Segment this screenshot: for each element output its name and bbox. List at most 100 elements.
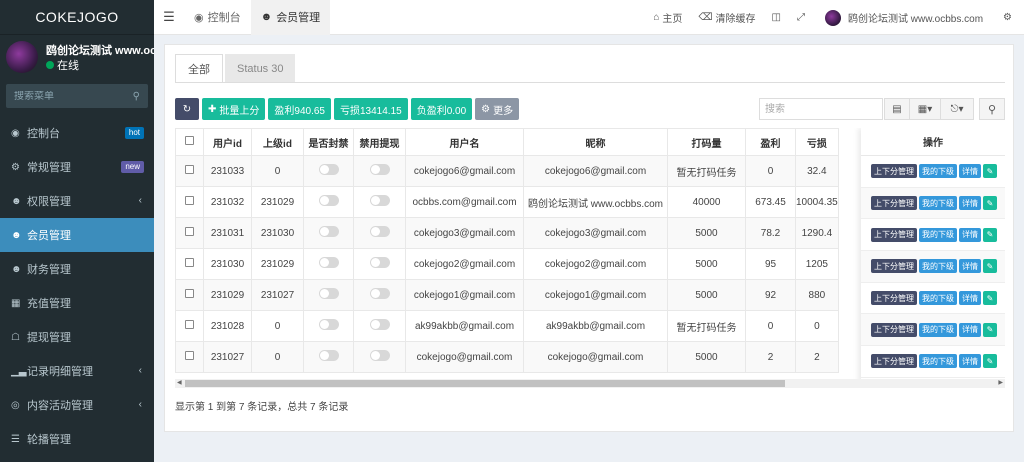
column-header[interactable]: 上级id	[251, 128, 304, 156]
scroll-right-icon[interactable]: ▶	[998, 379, 1003, 388]
home-link[interactable]: ⌂ 主页	[645, 0, 690, 35]
column-header[interactable]: 用户名	[405, 128, 524, 156]
settings-button[interactable]: ⚙	[991, 0, 1024, 35]
row-checkbox[interactable]	[185, 351, 194, 360]
withdraw-toggle[interactable]	[369, 257, 390, 268]
row-select-cell[interactable]	[175, 310, 204, 342]
export-dropdown-button[interactable]: ⎋▾	[940, 98, 974, 120]
edit-button[interactable]: ✎	[983, 196, 997, 211]
details-button[interactable]: 详情	[959, 227, 981, 242]
column-header[interactable]: 打码量	[667, 128, 746, 156]
scroll-thumb[interactable]	[185, 380, 785, 387]
row-checkbox[interactable]	[185, 227, 194, 236]
row-select-cell[interactable]	[175, 341, 204, 373]
edit-button[interactable]: ✎	[983, 227, 997, 242]
row-checkbox[interactable]	[185, 320, 194, 329]
table-row[interactable]: 231028 0 ak99akbb@gmail.com ak99akbb@gmail.…	[175, 310, 839, 342]
columns-dropdown-button[interactable]: ▦▾	[909, 98, 941, 120]
column-header[interactable]: 亏损	[795, 128, 839, 156]
fullscreen-button[interactable]: ⤢	[789, 0, 813, 35]
my-subordinates-button[interactable]: 我的下级	[919, 164, 957, 179]
withdraw-toggle[interactable]	[369, 350, 390, 361]
scroll-left-icon[interactable]: ◀	[177, 379, 182, 388]
column-header[interactable]: 是否封禁	[303, 128, 354, 156]
row-checkbox[interactable]	[185, 258, 194, 267]
profit-button[interactable]: 盈利940.65	[268, 98, 331, 120]
toggle-view-button[interactable]: ▤	[884, 98, 910, 120]
sidebar-item[interactable]: ☖ 提现管理	[0, 320, 154, 354]
app-logo[interactable]: COKEJOGO	[0, 0, 154, 35]
column-header[interactable]: 盈利	[745, 128, 796, 156]
sidebar-item[interactable]: ◎ 内容活动管理 ‹	[0, 388, 154, 422]
details-button[interactable]: 详情	[959, 164, 981, 179]
edit-button[interactable]: ✎	[983, 354, 997, 369]
withdraw-toggle[interactable]	[369, 195, 390, 206]
my-subordinates-button[interactable]: 我的下级	[919, 259, 957, 274]
batch-score-button[interactable]: ✚ 批量上分	[202, 98, 266, 120]
edit-button[interactable]: ✎	[983, 259, 997, 274]
table-row[interactable]: 231029 231027 cokejogo1@gmail.com cokejogo1…	[175, 279, 839, 311]
table-row[interactable]: 231031 231030 cokejogo3@gmail.com cokejogo3…	[175, 217, 839, 249]
sidebar-item[interactable]: ☰ 轮播管理	[0, 422, 154, 456]
score-management-button[interactable]: 上下分管理	[871, 291, 917, 306]
tab-dashboard[interactable]: ◉ 控制台	[184, 0, 251, 35]
row-select-cell[interactable]	[175, 279, 204, 311]
row-select-cell[interactable]	[175, 248, 204, 280]
sidebar-item[interactable]: ▁▃ 记录明细管理 ‹	[0, 354, 154, 388]
withdraw-toggle[interactable]	[369, 164, 390, 175]
details-button[interactable]: 详情	[959, 354, 981, 369]
horizontal-scrollbar[interactable]: ◀ ▶	[175, 379, 1005, 388]
tab-member-management[interactable]: ☻ 会员管理	[250, 0, 331, 35]
more-button[interactable]: ⚙ 更多	[475, 98, 520, 120]
advanced-search-button[interactable]: ⚲	[979, 98, 1005, 120]
details-button[interactable]: 详情	[959, 291, 981, 306]
my-subordinates-button[interactable]: 我的下级	[919, 291, 957, 306]
details-button[interactable]: 详情	[959, 322, 981, 337]
my-subordinates-button[interactable]: 我的下级	[919, 227, 957, 242]
sidebar-search-input[interactable]	[14, 90, 114, 102]
sidebar-item[interactable]: ☻ 权限管理 ‹	[0, 184, 154, 218]
withdraw-toggle[interactable]	[369, 288, 390, 299]
my-subordinates-button[interactable]: 我的下级	[919, 354, 957, 369]
refresh-button[interactable]: ↻	[175, 98, 199, 120]
score-management-button[interactable]: 上下分管理	[871, 196, 917, 211]
banned-toggle[interactable]	[318, 288, 339, 299]
sidebar-item[interactable]: ⚙ 常规管理 new	[0, 150, 154, 184]
banned-toggle[interactable]	[318, 257, 339, 268]
sidebar-item[interactable]: ◉ 控制台 hot	[0, 116, 154, 150]
banned-toggle[interactable]	[318, 319, 339, 330]
table-row[interactable]: 231033 0 cokejogo6@gmail.com cokejogo6@gmai…	[175, 155, 839, 187]
negative-profit-button[interactable]: 负盈利0.00	[410, 98, 473, 120]
search-icon[interactable]: ⚲	[133, 91, 140, 102]
translate-button[interactable]: ◫	[764, 0, 789, 35]
column-header[interactable]: 禁用提现	[353, 128, 406, 156]
table-row[interactable]: 231032 231029 ocbbs.com@gmail.com 鸥创论坛测试 ww…	[175, 186, 839, 218]
clear-cache-link[interactable]: ⌫ 清除缓存	[690, 0, 763, 35]
banned-toggle[interactable]	[318, 350, 339, 361]
select-all-checkbox[interactable]	[185, 136, 194, 145]
table-row[interactable]: 231030 231029 cokejogo2@gmail.com cokejogo2…	[175, 248, 839, 280]
row-select-cell[interactable]	[175, 186, 204, 218]
row-checkbox[interactable]	[185, 165, 194, 174]
row-checkbox[interactable]	[185, 196, 194, 205]
banned-toggle[interactable]	[318, 164, 339, 175]
withdraw-toggle[interactable]	[369, 319, 390, 330]
user-menu[interactable]: 鸥创论坛测试 www.ocbbs.com	[813, 0, 991, 35]
table-search-input[interactable]	[759, 98, 883, 120]
score-management-button[interactable]: 上下分管理	[871, 322, 917, 337]
details-button[interactable]: 详情	[959, 259, 981, 274]
column-header[interactable]: 昵称	[523, 128, 668, 156]
row-select-cell[interactable]	[175, 217, 204, 249]
row-checkbox[interactable]	[185, 289, 194, 298]
edit-button[interactable]: ✎	[983, 291, 997, 306]
loss-button[interactable]: 亏损13414.15	[333, 98, 408, 120]
my-subordinates-button[interactable]: 我的下级	[919, 196, 957, 211]
tab-status-30[interactable]: Status 30	[225, 54, 296, 83]
sidebar-item[interactable]: ▦ 充值管理	[0, 286, 154, 320]
details-button[interactable]: 详情	[959, 196, 981, 211]
score-management-button[interactable]: 上下分管理	[871, 164, 917, 179]
score-management-button[interactable]: 上下分管理	[871, 354, 917, 369]
tab-all[interactable]: 全部	[175, 54, 223, 83]
sidebar-toggle-icon[interactable]: ☰	[154, 9, 184, 25]
row-select-cell[interactable]	[175, 155, 204, 187]
